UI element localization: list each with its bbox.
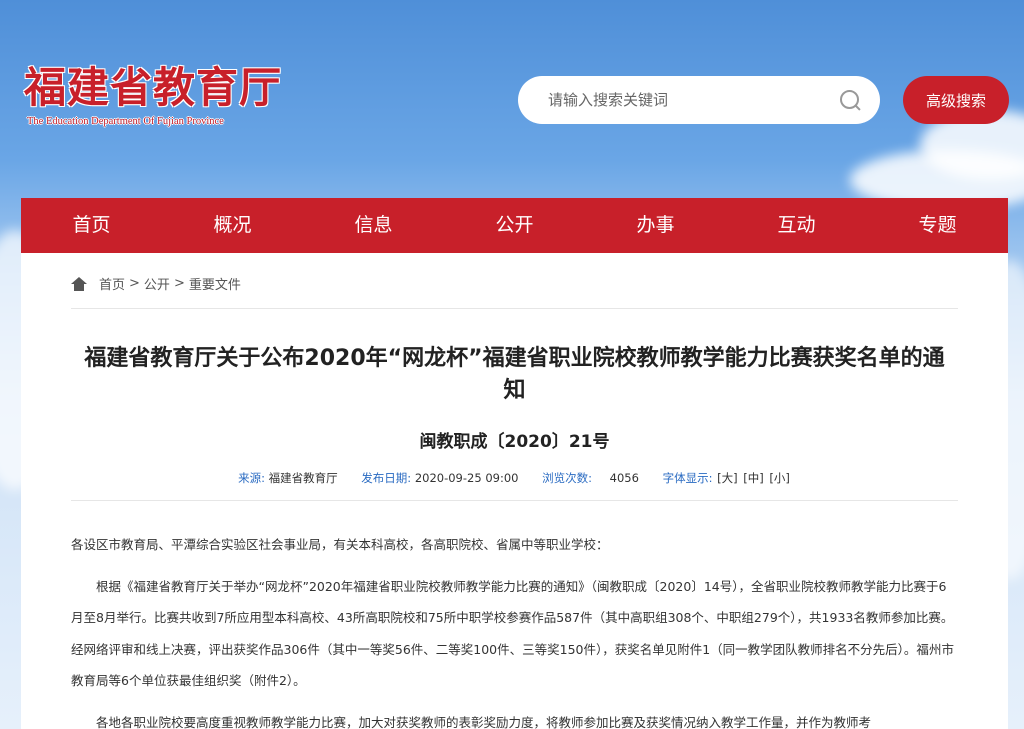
date-label: 发布日期: [361,471,412,485]
source-value: 福建省教育厅 [268,471,338,485]
article-paragraph: 各地各职业院校要高度重视教师教学能力比赛，加大对获奖教师的表彰奖励力度，将教师参… [96,714,872,729]
article-title: 福建省教育厅关于公布2020年“网龙杯”福建省职业院校教师教学能力比赛获奖名单的… [84,346,945,403]
views-value: 4056 [609,471,639,485]
views-label: 浏览次数: [542,471,592,485]
logo-chinese-text: 福建省教育厅 [24,63,283,112]
article-paragraph: 根据《福建省教育厅关于举办“网龙杯”2020年福建省职业院校教师教学能力比赛的通… [71,578,954,689]
breadcrumb-separator: > [173,276,185,291]
font-size-label: 字体显示: [662,471,713,485]
nav-item-info[interactable]: 信息 [303,198,444,253]
nav-item-topics[interactable]: 专题 [867,198,1008,253]
source-label: 来源: [238,471,265,485]
breadcrumb: 首页 > 公开 > 重要文件 [71,253,958,309]
breadcrumb-public[interactable]: 公开 [144,274,170,293]
site-header: 福建省教育厅 The Education Department Of Fujia… [0,0,1024,198]
main-nav: 首页 概况 信息 公开 办事 互动 专题 [21,198,1008,253]
font-size-large-link[interactable]: [大] [717,471,737,485]
advanced-search-button[interactable]: 高级搜索 [903,76,1009,124]
main-content: 首页 > 公开 > 重要文件 福建省教育厅关于公布2020年“网龙杯”福建省职业… [21,253,1008,729]
font-size-small-link[interactable]: [小] [769,471,789,485]
date-value: 2020-09-25 09:00 [414,471,519,485]
article-paragraph-salutation: 各设区市教育局、平潭综合实验区社会事业局，有关本科高校，各高职院校、省属中等职业… [71,537,609,552]
search-box [518,76,880,124]
nav-item-public[interactable]: 公开 [444,198,585,253]
font-size-medium-link[interactable]: [中] [743,471,763,485]
search-input[interactable] [548,91,838,109]
logo-english-text: The Education Department Of Fujian Provi… [27,116,224,127]
document-number: 闽教职成〔2020〕21号 [419,432,610,452]
nav-item-home[interactable]: 首页 [21,198,162,253]
site-logo[interactable]: 福建省教育厅 The Education Department Of Fujia… [24,63,283,128]
breadcrumb-important-docs[interactable]: 重要文件 [189,274,241,293]
nav-item-services[interactable]: 办事 [585,198,726,253]
nav-item-interaction[interactable]: 互动 [726,198,867,253]
breadcrumb-home[interactable]: 首页 [99,274,125,293]
breadcrumb-separator: > [129,276,140,291]
nav-item-overview[interactable]: 概况 [162,198,303,253]
article-meta: 来源: 福建省教育厅 发布日期: 2020-09-25 09:00 浏览次数: … [71,470,958,501]
article-body: 各设区市教育局、平潭综合实验区社会事业局，有关本科高校，各高职院校、省属中等职业… [71,529,958,729]
search-icon[interactable] [838,88,862,112]
home-icon [71,276,87,291]
